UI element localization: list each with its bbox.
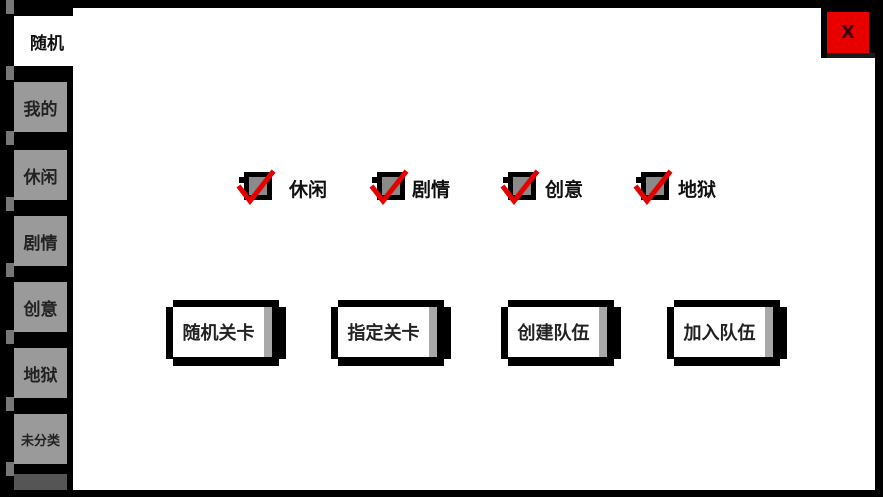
filter-story[interactable]: 剧情 bbox=[369, 168, 450, 208]
tab-random[interactable]: 随机 bbox=[14, 16, 80, 66]
sidebar-notch bbox=[6, 0, 14, 14]
checkbox[interactable] bbox=[369, 168, 409, 208]
checkbox[interactable] bbox=[500, 168, 540, 208]
join-team-button[interactable]: 加入队伍 bbox=[667, 300, 787, 366]
sidebar-notch bbox=[6, 131, 14, 145]
random-level-button[interactable]: 随机关卡 bbox=[166, 300, 286, 366]
close-button[interactable]: X bbox=[821, 8, 875, 58]
sidebar-notch bbox=[6, 66, 14, 80]
tab-uncategorized[interactable]: 未分类 bbox=[14, 414, 67, 464]
tab-creative[interactable]: 创意 bbox=[14, 282, 67, 332]
tab-hell[interactable]: 地狱 bbox=[14, 348, 67, 398]
sidebar-notch bbox=[6, 462, 14, 476]
tab-mine[interactable]: 我的 bbox=[14, 82, 67, 132]
sidebar-notch bbox=[6, 263, 14, 277]
filter-hell-label: 地狱 bbox=[678, 178, 717, 201]
join-team-label: 加入队伍 bbox=[674, 307, 773, 357]
sidebar-notch bbox=[6, 397, 14, 411]
checkbox[interactable] bbox=[633, 168, 673, 208]
filter-casual[interactable]: 休闲 bbox=[236, 168, 327, 208]
checkbox[interactable] bbox=[236, 168, 276, 208]
checkmark-icon bbox=[236, 169, 276, 206]
create-team-button[interactable]: 创建队伍 bbox=[501, 300, 621, 366]
tab-story[interactable]: 剧情 bbox=[14, 216, 67, 266]
specific-level-button[interactable]: 指定关卡 bbox=[331, 300, 451, 366]
sidebar-notch bbox=[6, 330, 14, 344]
random-level-label: 随机关卡 bbox=[173, 307, 272, 357]
tab-overflow bbox=[14, 474, 67, 490]
filter-story-label: 剧情 bbox=[412, 178, 451, 201]
main-panel bbox=[73, 8, 875, 490]
tab-casual[interactable]: 休闲 bbox=[14, 150, 67, 200]
specific-level-label: 指定关卡 bbox=[338, 307, 437, 357]
close-icon: X bbox=[827, 12, 869, 53]
checkmark-icon bbox=[369, 169, 409, 206]
filter-casual-label: 休闲 bbox=[289, 178, 328, 201]
create-team-label: 创建队伍 bbox=[508, 307, 607, 357]
close-button-shadow bbox=[827, 53, 875, 58]
filter-hell[interactable]: 地狱 bbox=[633, 168, 716, 208]
checkmark-icon bbox=[500, 169, 540, 206]
filter-creative[interactable]: 创意 bbox=[500, 168, 583, 208]
sidebar-notch bbox=[6, 197, 14, 211]
game-window: 随机 我的 休闲 剧情 创意 地狱 未分类 X 休闲 剧情 创意 地狱 随机关卡… bbox=[0, 0, 883, 497]
checkmark-icon bbox=[633, 169, 673, 206]
sidebar: 随机 我的 休闲 剧情 创意 地狱 未分类 bbox=[0, 0, 80, 497]
filter-creative-label: 创意 bbox=[545, 178, 584, 201]
